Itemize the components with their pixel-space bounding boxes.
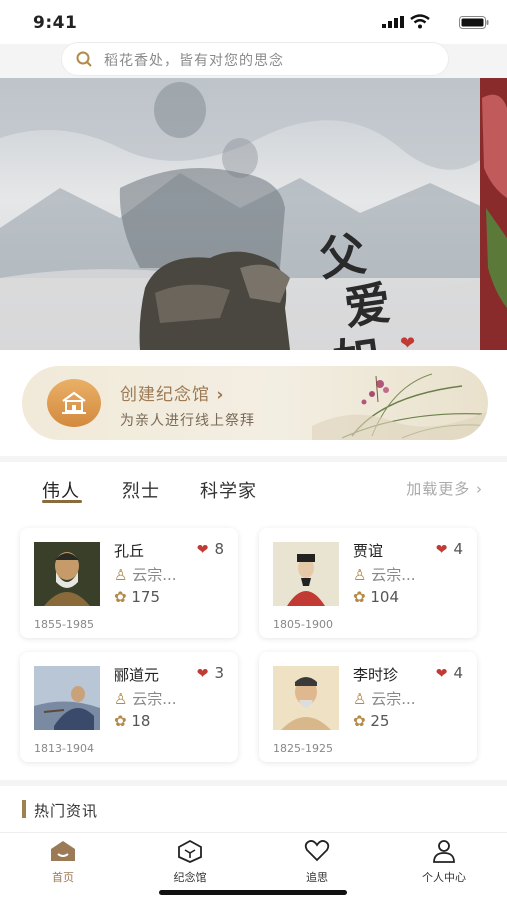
flower-icon: ✿ xyxy=(114,588,127,606)
section-marker xyxy=(22,800,26,818)
card-owner: ♙ 云宗... xyxy=(114,690,177,708)
user-icon: ♙ xyxy=(114,690,128,708)
signal-icon xyxy=(382,16,404,28)
create-section: 创建纪念馆 › 为亲人进行线上祭拜 xyxy=(0,350,507,456)
home-indicator xyxy=(159,890,347,895)
card-name: 孔丘 xyxy=(114,542,145,560)
portrait-image xyxy=(34,666,100,730)
card-name: 贾谊 xyxy=(353,542,384,560)
memorial-hall-icon xyxy=(178,839,202,863)
card-years: 1825-1925 xyxy=(273,742,333,755)
tabbar-label: 首页 xyxy=(52,871,74,884)
card-flowers: ✿ 104 xyxy=(353,588,399,606)
card-likes: ❤ 3 xyxy=(196,664,224,682)
card-owner: ♙ 云宗... xyxy=(353,690,416,708)
create-memorial-card[interactable]: 创建纪念馆 › 为亲人进行线上祭拜 xyxy=(22,366,488,440)
memorial-card[interactable]: 郦道元 ❤ 3 ♙ 云宗... ✿ 18 1813-1904 xyxy=(20,652,238,762)
portrait-image xyxy=(34,542,100,606)
person-icon xyxy=(433,840,455,863)
user-icon: ♙ xyxy=(353,566,367,584)
load-more-link[interactable]: 加载更多 › xyxy=(406,478,483,499)
card-likes: ❤ 4 xyxy=(435,664,463,682)
orchid-illustration xyxy=(312,373,488,440)
card-name: 李时珍 xyxy=(353,666,399,684)
memorial-card[interactable]: 李时珍 ❤ 4 ♙ 云宗... ✿ 25 1825-1925 xyxy=(259,652,477,762)
memorial-card[interactable]: 贾谊 ❤ 4 ♙ 云宗... ✿ 104 1805-1900 xyxy=(259,528,477,638)
memorial-card[interactable]: 孔丘 ❤ 8 ♙ 云宗... ✿ 175 1855-1985 xyxy=(20,528,238,638)
tabbar-remembrance[interactable]: 追思 xyxy=(272,839,362,885)
banner-image xyxy=(0,78,507,350)
create-title: 创建纪念馆 › xyxy=(120,385,225,405)
home-icon xyxy=(51,841,75,861)
search-bar[interactable]: 稻花香处，皆有对您的思念 xyxy=(61,42,449,76)
tab-scientists[interactable]: 科学家 xyxy=(200,477,257,503)
hot-news-title: 热门资讯 xyxy=(34,802,99,820)
user-icon: ♙ xyxy=(353,690,367,708)
memorial-icon xyxy=(47,379,101,427)
portrait-image xyxy=(273,542,339,606)
tab-martyrs[interactable]: 烈士 xyxy=(122,477,160,503)
search-icon xyxy=(76,51,92,67)
heart-icon: ❤ xyxy=(435,666,448,682)
card-flowers: ✿ 175 xyxy=(114,588,160,606)
tabbar-profile[interactable]: 个人中心 xyxy=(399,839,489,885)
wifi-icon xyxy=(410,14,430,29)
tabbar-home[interactable]: 首页 xyxy=(18,839,108,885)
flower-icon: ✿ xyxy=(114,712,127,730)
portrait-image xyxy=(273,666,339,730)
card-years: 1805-1900 xyxy=(273,618,333,631)
search-placeholder: 稻花香处，皆有对您的思念 xyxy=(104,53,284,69)
category-tabs: 伟人 烈士 科学家 加载更多 › xyxy=(0,462,507,514)
card-flowers: ✿ 18 xyxy=(114,712,151,730)
tabbar-label: 追思 xyxy=(306,871,328,884)
card-years: 1855-1985 xyxy=(34,618,94,631)
heart-icon: ❤ xyxy=(435,542,448,558)
tabbar-label: 纪念馆 xyxy=(173,871,207,884)
card-flowers: ✿ 25 xyxy=(353,712,390,730)
status-bar: 9:41 xyxy=(0,0,507,44)
create-subtitle: 为亲人进行线上祭拜 xyxy=(120,413,255,429)
user-icon: ♙ xyxy=(114,566,128,584)
banner-carousel[interactable]: 父 爱 如 山 ❤ xyxy=(0,78,507,350)
heart-seal-icon: ❤ xyxy=(400,333,416,350)
card-owner: ♙ 云宗... xyxy=(114,566,177,584)
card-years: 1813-1904 xyxy=(34,742,94,755)
status-time: 9:41 xyxy=(33,13,78,33)
battery-icon xyxy=(459,16,489,29)
hot-news-section: 热门资讯 xyxy=(0,786,507,832)
card-likes: ❤ 4 xyxy=(435,540,463,558)
card-likes: ❤ 8 xyxy=(196,540,224,558)
active-tab-indicator xyxy=(42,500,82,503)
heart-icon xyxy=(304,840,330,862)
card-name: 郦道元 xyxy=(114,666,160,684)
tabbar-label: 个人中心 xyxy=(422,871,466,884)
card-owner: ♙ 云宗... xyxy=(353,566,416,584)
flower-icon: ✿ xyxy=(353,588,366,606)
chevron-right-icon: › xyxy=(216,385,225,405)
flower-icon: ✿ xyxy=(353,712,366,730)
heart-icon: ❤ xyxy=(196,666,209,682)
tabbar-memorial[interactable]: 纪念馆 xyxy=(145,839,235,885)
heart-icon: ❤ xyxy=(196,542,209,558)
category-section: 伟人 烈士 科学家 加载更多 › 孔丘 ❤ 8 ♙ 云宗... ✿ 175 185… xyxy=(0,462,507,780)
